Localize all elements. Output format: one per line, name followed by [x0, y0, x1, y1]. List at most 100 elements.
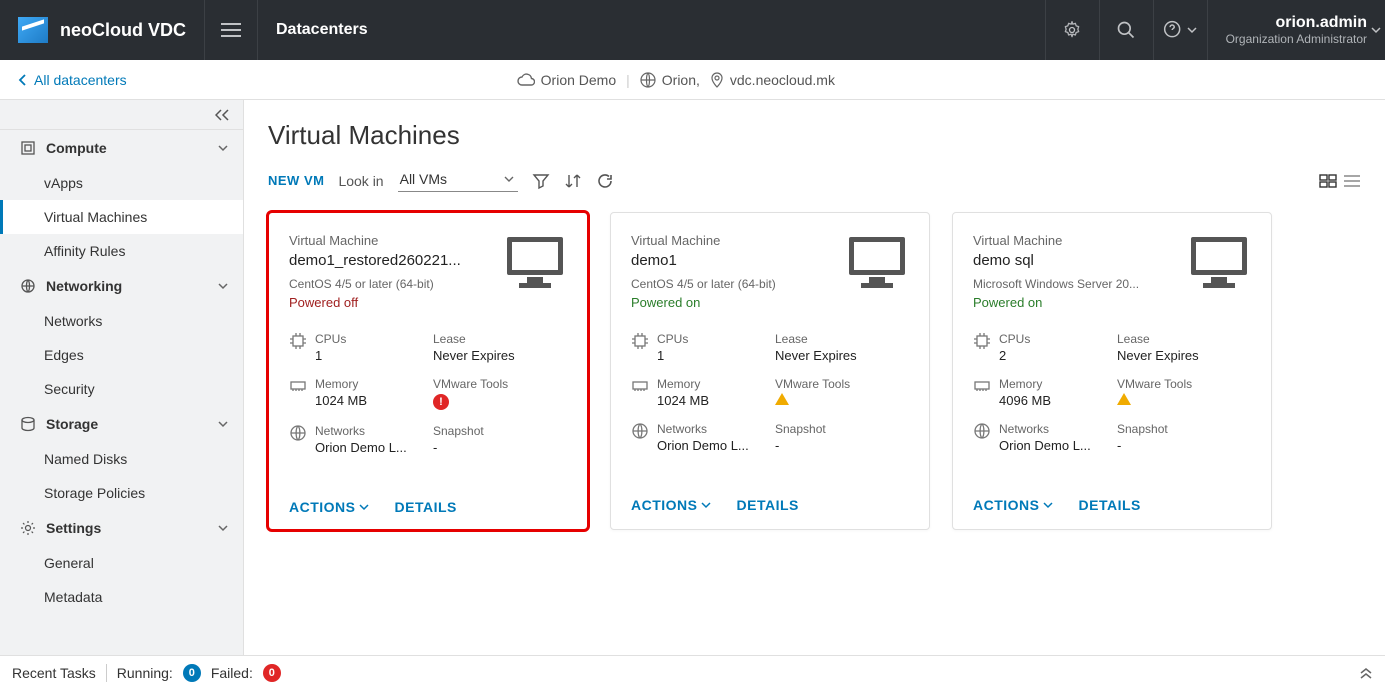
- main-content: Virtual Machines NEW VM Look in All VMs: [244, 100, 1385, 655]
- nav-item-virtual-machines[interactable]: Virtual Machines: [0, 200, 243, 234]
- vm-actions-button[interactable]: ACTIONS: [631, 497, 711, 513]
- cpu-icon: [973, 332, 991, 350]
- sidebar: ComputevAppsVirtual MachinesAffinity Rul…: [0, 100, 244, 655]
- nav-item-affinity-rules[interactable]: Affinity Rules: [0, 234, 243, 268]
- nav-item-metadata[interactable]: Metadata: [0, 580, 243, 614]
- networking-icon: [20, 278, 36, 294]
- header-section-title: Datacenters: [258, 21, 368, 39]
- chevron-down-icon: [701, 501, 711, 509]
- vm-os: CentOS 4/5 or later (64-bit): [631, 277, 837, 291]
- breadcrumb-host: vdc.neocloud.mk: [710, 72, 835, 88]
- expand-tasks-button[interactable]: [1359, 667, 1373, 679]
- new-vm-button[interactable]: NEW VM: [268, 173, 324, 188]
- sort-button[interactable]: [564, 172, 582, 190]
- breadcrumb-site: Orion,: [640, 72, 700, 88]
- vm-actions-button[interactable]: ACTIONS: [973, 497, 1053, 513]
- vm-card[interactable]: Virtual Machinedemo sqlMicrosoft Windows…: [952, 212, 1272, 530]
- vm-cpus: 1: [315, 348, 346, 363]
- vm-networks: Orion Demo L...: [657, 438, 749, 453]
- warning-badge-icon: [1117, 393, 1131, 405]
- network-icon: [289, 424, 307, 442]
- vm-card[interactable]: Virtual Machinedemo1_restored260221...Ce…: [268, 212, 588, 530]
- nav-group-storage[interactable]: Storage: [0, 406, 243, 442]
- brand-text: neoCloud VDC: [60, 20, 186, 41]
- running-label: Running:: [117, 665, 173, 681]
- menu-button[interactable]: [204, 0, 258, 60]
- search-icon: [1116, 20, 1136, 40]
- vm-cpus: 2: [999, 348, 1030, 363]
- breadcrumb-org: Orion Demo: [517, 72, 616, 88]
- vm-networks: Orion Demo L...: [315, 440, 407, 455]
- back-link[interactable]: All datacenters: [18, 72, 127, 88]
- nav-item-security[interactable]: Security: [0, 372, 243, 406]
- toolbar: NEW VM Look in All VMs: [268, 169, 1361, 192]
- hamburger-icon: [221, 23, 241, 37]
- vm-lease: Never Expires: [433, 348, 515, 363]
- chevron-down-icon: [504, 175, 514, 183]
- vm-card-label: Virtual Machine: [289, 233, 495, 248]
- nav-group-compute[interactable]: Compute: [0, 130, 243, 166]
- collapse-icon: [215, 109, 229, 121]
- chevron-down-icon: [1043, 501, 1053, 509]
- refresh-icon: [596, 172, 614, 190]
- memory-icon: [973, 377, 991, 395]
- settings-icon: [20, 520, 36, 536]
- user-role: Organization Administrator: [1226, 32, 1367, 46]
- vm-snapshot: -: [1117, 438, 1168, 453]
- help-button[interactable]: [1153, 0, 1207, 60]
- user-menu[interactable]: orion.admin Organization Administrator: [1207, 0, 1385, 60]
- breadcrumb: Orion Demo | Orion, vdc.neocloud.mk: [127, 72, 1225, 88]
- vm-lease: Never Expires: [775, 348, 857, 363]
- filter-button[interactable]: [532, 172, 550, 190]
- vm-actions-button[interactable]: ACTIONS: [289, 499, 369, 515]
- nav-group-settings[interactable]: Settings: [0, 510, 243, 546]
- failed-label: Failed:: [211, 665, 253, 681]
- vm-card[interactable]: Virtual Machinedemo1CentOS 4/5 or later …: [610, 212, 930, 530]
- nav-item-networks[interactable]: Networks: [0, 304, 243, 338]
- nav-item-general[interactable]: General: [0, 546, 243, 580]
- lookin-select[interactable]: All VMs: [398, 169, 518, 192]
- compute-icon: [20, 140, 36, 156]
- settings-button[interactable]: [1045, 0, 1099, 60]
- chevron-left-icon: [18, 74, 28, 86]
- help-icon: [1163, 20, 1183, 40]
- list-view-button[interactable]: [1343, 174, 1361, 188]
- vm-os: Microsoft Windows Server 20...: [973, 277, 1179, 291]
- error-badge-icon: !: [433, 394, 449, 410]
- running-count-badge: 0: [183, 664, 201, 682]
- grid-icon: [1319, 174, 1337, 188]
- sidebar-collapse-button[interactable]: [0, 100, 243, 130]
- grid-view-button[interactable]: [1319, 174, 1337, 188]
- vm-card-grid: Virtual Machinedemo1_restored260221...Ce…: [268, 212, 1361, 530]
- memory-icon: [289, 377, 307, 395]
- monitor-icon: [1187, 233, 1251, 310]
- vm-name: demo sql: [973, 252, 1179, 269]
- nav-item-edges[interactable]: Edges: [0, 338, 243, 372]
- vm-lease: Never Expires: [1117, 348, 1199, 363]
- vm-details-button[interactable]: DETAILS: [1079, 497, 1141, 513]
- vm-memory: 1024 MB: [657, 393, 709, 408]
- network-icon: [973, 422, 991, 440]
- vm-details-button[interactable]: DETAILS: [737, 497, 799, 513]
- cpu-icon: [289, 332, 307, 350]
- vm-tools: [1117, 393, 1192, 408]
- brand: neoCloud VDC: [0, 17, 204, 43]
- vm-details-button[interactable]: DETAILS: [395, 499, 457, 515]
- vm-os: CentOS 4/5 or later (64-bit): [289, 277, 495, 291]
- search-button[interactable]: [1099, 0, 1153, 60]
- refresh-button[interactable]: [596, 172, 614, 190]
- chevron-down-icon: [217, 523, 229, 533]
- nav-item-named-disks[interactable]: Named Disks: [0, 442, 243, 476]
- cpu-icon: [631, 332, 649, 350]
- chevron-down-icon: [217, 281, 229, 291]
- nav-item-vapps[interactable]: vApps: [0, 166, 243, 200]
- brand-logo-icon: [18, 17, 48, 43]
- recent-tasks-label[interactable]: Recent Tasks: [12, 665, 96, 681]
- nav-item-storage-policies[interactable]: Storage Policies: [0, 476, 243, 510]
- monitor-icon: [503, 233, 567, 310]
- chevron-down-icon: [217, 419, 229, 429]
- vm-status: Powered on: [973, 295, 1179, 310]
- nav-group-networking[interactable]: Networking: [0, 268, 243, 304]
- chevron-down-icon: [217, 143, 229, 153]
- memory-icon: [631, 377, 649, 395]
